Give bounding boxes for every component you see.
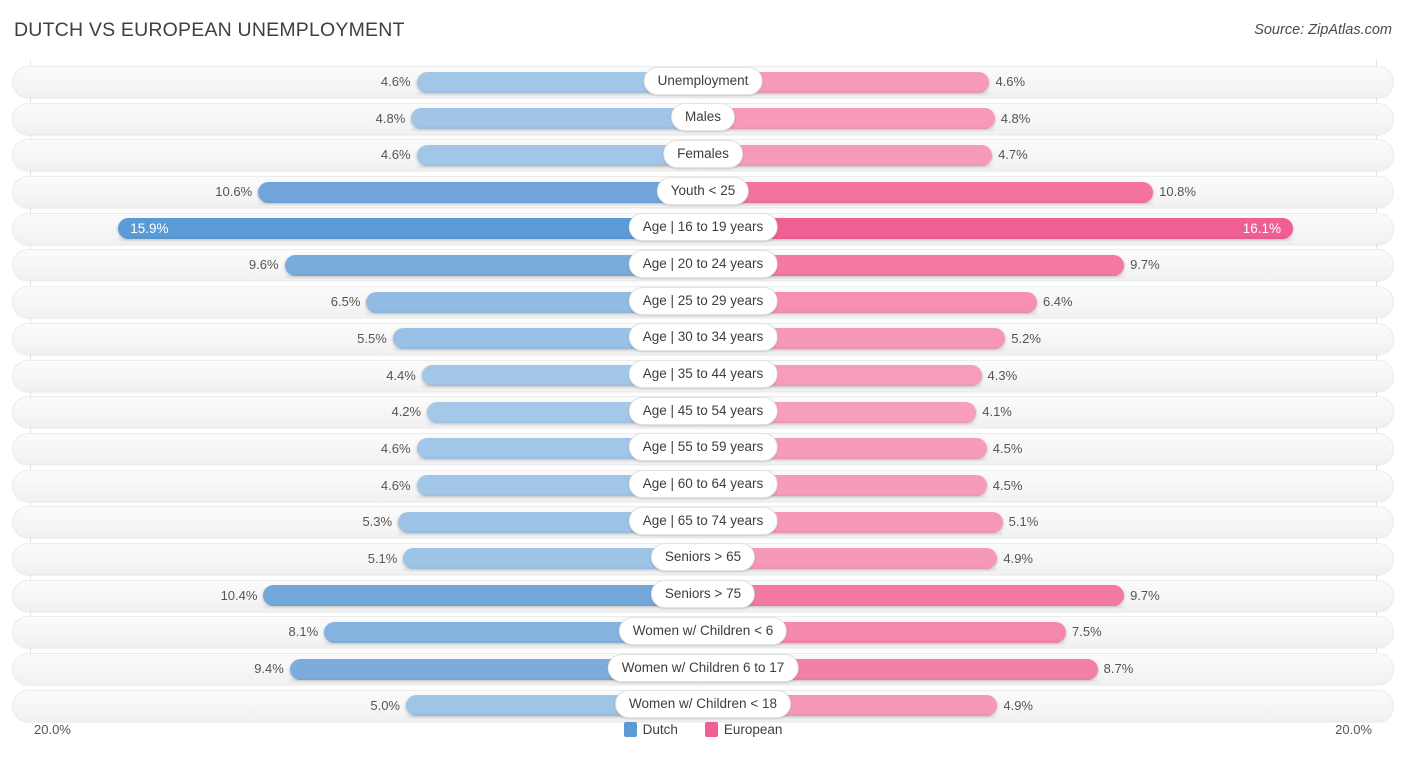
value-label-european: 4.8% <box>1000 110 1031 126</box>
page-title: DUTCH VS EUROPEAN UNEMPLOYMENT <box>14 19 405 41</box>
chart-footer: 20.0% 20.0% Dutch European <box>0 718 1406 757</box>
table-row[interactable]: 10.4% 9.7% Seniors > 75 <box>0 578 1406 615</box>
bar-dutch[interactable] <box>118 218 703 240</box>
value-label-dutch: 5.3% <box>362 514 393 530</box>
value-label-european: 6.4% <box>1042 294 1073 310</box>
source-attribution: Source: ZipAtlas.com <box>1254 22 1392 38</box>
row-label-7[interactable]: Age | 30 to 34 years <box>628 323 778 352</box>
chart-legend: Dutch European <box>0 722 1406 737</box>
value-label-european: 8.7% <box>1103 661 1134 676</box>
value-label-dutch: 10.4% <box>220 587 258 603</box>
value-label-european: 4.5% <box>992 477 1023 493</box>
table-row[interactable]: 4.2% 4.1% Age | 45 to 54 years <box>0 394 1406 431</box>
value-label-dutch: 4.6% <box>380 147 411 163</box>
row-label-17[interactable]: Women w/ Children < 18 <box>615 690 791 719</box>
table-row[interactable]: 15.9% 16.1% Age | 16 to 19 years <box>0 211 1406 248</box>
table-row[interactable]: 4.6% 4.7% Females <box>0 137 1406 174</box>
row-label-13[interactable]: Seniors > 65 <box>650 543 756 572</box>
value-label-european: 4.1% <box>982 404 1012 420</box>
row-label-0[interactable]: Unemployment <box>643 66 763 95</box>
value-label-dutch: 10.6% <box>215 184 253 200</box>
value-label-european: 7.5% <box>1072 624 1102 640</box>
table-row[interactable]: 5.1% 4.9% Seniors > 65 <box>0 541 1406 578</box>
bar-european[interactable] <box>703 108 995 130</box>
bar-european[interactable] <box>703 585 1125 607</box>
value-label-dutch: 4.2% <box>391 404 422 420</box>
row-label-15[interactable]: Women w/ Children < 6 <box>618 616 788 645</box>
value-label-dutch: 4.6% <box>380 74 411 89</box>
table-row[interactable]: 5.5% 5.2% Age | 30 to 34 years <box>0 321 1406 358</box>
value-label-dutch: 5.0% <box>370 697 400 713</box>
legend-swatch-dutch <box>623 722 637 737</box>
table-row[interactable]: 4.8% 4.8% Males <box>0 101 1406 138</box>
value-label-dutch: 15.9% <box>130 220 169 236</box>
table-row[interactable]: 4.6% 4.5% Age | 60 to 64 years <box>0 468 1406 505</box>
table-row[interactable]: 6.5% 6.4% Age | 25 to 29 years <box>0 284 1406 321</box>
bar-dutch[interactable] <box>263 585 703 607</box>
legend-item-dutch[interactable]: Dutch <box>623 722 678 737</box>
value-label-dutch: 5.1% <box>367 550 398 566</box>
value-label-european: 5.1% <box>1008 514 1039 530</box>
table-row[interactable]: 9.4% 8.7% Women w/ Children 6 to 17 <box>0 651 1406 688</box>
table-row[interactable]: 9.6% 9.7% Age | 20 to 24 years <box>0 247 1406 284</box>
legend-label-dutch: Dutch <box>642 722 678 737</box>
value-label-dutch: 4.4% <box>386 367 416 383</box>
chart-plot-area: 4.6% 4.6% Unemployment 4.8% 4.8% Males 4.6% 4.7… <box>0 60 1406 722</box>
bar-dutch[interactable] <box>258 181 703 203</box>
row-label-8[interactable]: Age | 35 to 44 years <box>628 360 778 388</box>
row-label-4[interactable]: Age | 16 to 19 years <box>628 213 778 242</box>
bar-european[interactable] <box>703 218 1294 240</box>
bar-european[interactable] <box>703 144 993 166</box>
row-label-6[interactable]: Age | 25 to 29 years <box>628 286 778 315</box>
value-label-european: 9.7% <box>1130 257 1160 273</box>
value-label-european: 5.2% <box>1011 330 1041 346</box>
bar-dutch[interactable] <box>416 144 703 166</box>
bar-rows-container: 4.6% 4.6% Unemployment 4.8% 4.8% Males 4.6% 4.7… <box>0 64 1406 724</box>
value-label-dutch: 6.5% <box>330 294 361 310</box>
value-label-dutch: 5.5% <box>357 330 387 346</box>
value-label-european: 4.9% <box>1003 550 1033 566</box>
table-row[interactable]: 4.6% 4.6% Unemployment <box>0 64 1406 101</box>
row-label-12[interactable]: Age | 65 to 74 years <box>628 506 778 535</box>
table-row[interactable]: 4.4% 4.3% Age | 35 to 44 years <box>0 358 1406 395</box>
row-label-5[interactable]: Age | 20 to 24 years <box>628 249 778 278</box>
value-label-european: 4.6% <box>995 74 1026 89</box>
row-label-10[interactable]: Age | 55 to 59 years <box>628 433 778 462</box>
row-label-9[interactable]: Age | 45 to 54 years <box>628 396 778 425</box>
row-label-2[interactable]: Females <box>663 139 743 168</box>
value-label-dutch: 8.1% <box>288 624 319 640</box>
legend-swatch-european <box>704 722 718 737</box>
row-label-3[interactable]: Youth < 25 <box>656 176 750 205</box>
table-row[interactable]: 10.6% 10.8% Youth < 25 <box>0 174 1406 211</box>
value-label-dutch: 4.8% <box>375 110 406 126</box>
value-label-dutch: 4.6% <box>380 440 411 456</box>
value-label-dutch: 9.4% <box>254 661 284 676</box>
value-label-dutch: 4.6% <box>380 477 411 493</box>
table-row[interactable]: 5.3% 5.1% Age | 65 to 74 years <box>0 504 1406 541</box>
legend-label-european: European <box>723 722 783 737</box>
row-label-11[interactable]: Age | 60 to 64 years <box>628 470 778 499</box>
value-label-european: 4.3% <box>987 367 1018 383</box>
chart-page: DUTCH VS EUROPEAN UNEMPLOYMENT Source: Z… <box>0 0 1406 757</box>
bar-dutch[interactable] <box>411 108 703 130</box>
value-label-european: 4.9% <box>1003 697 1033 713</box>
legend-item-european[interactable]: European <box>704 722 783 737</box>
table-row[interactable]: 8.1% 7.5% Women w/ Children < 6 <box>0 614 1406 651</box>
value-label-european: 16.1% <box>1242 220 1282 236</box>
row-label-16[interactable]: Women w/ Children 6 to 17 <box>607 653 799 682</box>
row-label-1[interactable]: Males <box>670 103 736 132</box>
value-label-dutch: 9.6% <box>248 257 279 273</box>
bar-european[interactable] <box>703 181 1154 203</box>
value-label-european: 4.5% <box>992 440 1023 456</box>
table-row[interactable]: 4.6% 4.5% Age | 55 to 59 years <box>0 431 1406 468</box>
value-label-european: 10.8% <box>1159 184 1196 200</box>
row-label-14[interactable]: Seniors > 75 <box>650 580 756 609</box>
value-label-european: 4.7% <box>998 147 1028 163</box>
value-label-european: 9.7% <box>1130 587 1160 603</box>
chart-header: DUTCH VS EUROPEAN UNEMPLOYMENT Source: Z… <box>0 0 1406 60</box>
